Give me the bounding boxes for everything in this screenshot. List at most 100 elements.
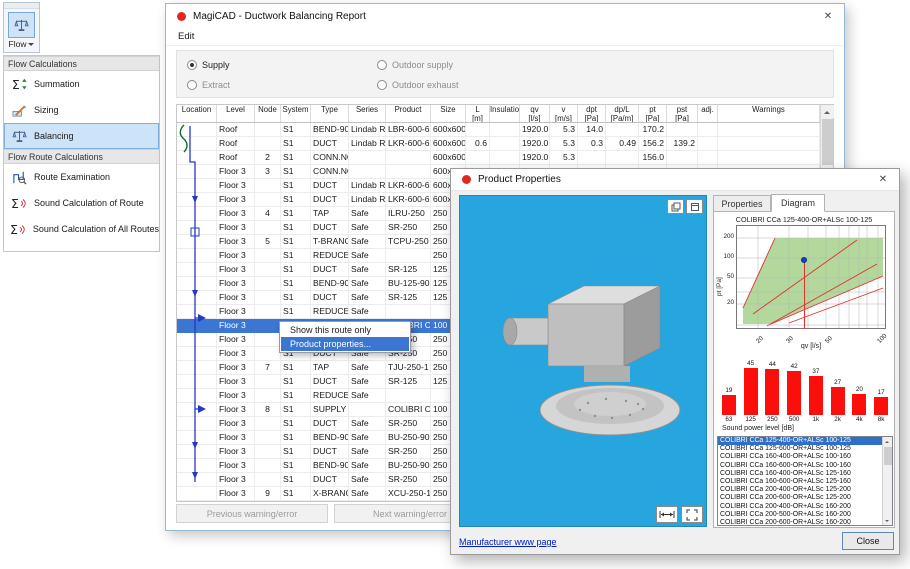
context-menu-item-product-properties[interactable]: Product properties... xyxy=(281,337,409,351)
table-row[interactable]: RoofS1BEND-90Lindab ReLBR-600-6600x60019… xyxy=(177,123,820,137)
product-list-item[interactable]: COLIBRI CCa 160-400-OR+ALSc 125-160 xyxy=(718,470,892,478)
table-cell xyxy=(255,319,281,333)
product-list[interactable]: COLIBRI CCa 125-400-OR+ALSc 100-125COLIB… xyxy=(717,436,893,526)
context-menu-item-show-this-route-only[interactable]: Show this route only xyxy=(281,323,409,337)
table-cell: Floor 3 xyxy=(217,403,255,417)
table-cell: Floor 3 xyxy=(217,459,255,473)
column-header-dpt[interactable]: dpt [Pa] xyxy=(578,105,606,122)
flow-tool-label[interactable]: Flow xyxy=(4,39,39,49)
table-cell: LKR-600-6 xyxy=(386,193,431,207)
product-list-item[interactable]: COLIBRI CCa 125-600-OR+ALSc 100-125 xyxy=(718,445,892,453)
table-cell xyxy=(177,221,217,235)
sidebar-item-sound-calculation-of-all-routes[interactable]: ΣSound Calculation of All Routes xyxy=(4,216,159,242)
table-cell: Safe xyxy=(349,235,386,249)
fan-curve-chart xyxy=(736,225,886,329)
table-cell: Lindab Re xyxy=(349,137,386,151)
radio-supply[interactable]: Supply xyxy=(187,58,230,72)
dialog-titlebar[interactable]: Product Properties ✕ xyxy=(451,169,899,191)
column-header-product[interactable]: Product xyxy=(386,105,431,122)
column-header-location[interactable]: Location xyxy=(177,105,217,122)
table-row[interactable]: RoofS1DUCTLindab ReLKR-600-6600x6000.619… xyxy=(177,137,820,151)
diagram-tab-page: COLIBRI CCa 125-400-OR+ALSc 100-125 pt [… xyxy=(713,211,895,528)
product-list-item[interactable]: COLIBRI CCa 200-600-OR+ALSc 160-200 xyxy=(718,519,892,526)
column-header-series[interactable]: Series xyxy=(349,105,386,122)
palette-titlebar[interactable] xyxy=(4,3,39,9)
table-cell: DUCT xyxy=(311,417,349,431)
summation-icon: Σ xyxy=(10,77,28,92)
column-header-l[interactable]: L [m] xyxy=(466,105,490,122)
measure-button[interactable] xyxy=(656,506,678,523)
table-cell: S1 xyxy=(281,389,311,403)
table-cell xyxy=(177,151,217,165)
manufacturer-link[interactable]: Manufacturer www page xyxy=(459,537,557,547)
radio-extract[interactable]: Extract xyxy=(187,78,230,92)
scroll-up-icon[interactable] xyxy=(883,437,893,446)
table-cell xyxy=(386,151,431,165)
column-header-warnings[interactable]: Warnings xyxy=(718,105,820,122)
table-cell: T-BRANC xyxy=(311,235,349,249)
report-titlebar[interactable]: MagiCAD - Ductwork Balancing Report ✕ xyxy=(166,4,844,28)
table-row[interactable]: Roof2S1CONN.NO600x6001920.05.3156.0 xyxy=(177,151,820,165)
table-cell xyxy=(255,123,281,137)
table-cell: 156.0 xyxy=(639,151,667,165)
section-header-flow-calculations[interactable]: Flow Calculations xyxy=(4,56,159,71)
close-icon[interactable]: ✕ xyxy=(867,169,899,190)
table-cell: Floor 3 xyxy=(217,347,255,361)
sidebar-item-route-examination[interactable]: Route Examination xyxy=(4,164,159,190)
tab-diagram[interactable]: Diagram xyxy=(771,194,825,212)
column-header-system[interactable]: System xyxy=(281,105,311,122)
column-header-level[interactable]: Level xyxy=(217,105,255,122)
tab-properties[interactable]: Properties xyxy=(713,195,771,212)
product-list-item[interactable]: COLIBRI CCa 200-600-OR+ALSc 125-200 xyxy=(718,494,892,502)
detach-view-button[interactable] xyxy=(686,199,703,214)
column-header-qv[interactable]: qv [l/s] xyxy=(520,105,550,122)
column-header-adj[interactable]: adj. xyxy=(698,105,718,122)
sidebar-item-sound-calculation-of-route[interactable]: ΣSound Calculation of Route xyxy=(4,190,159,216)
column-header-node[interactable]: Node xyxy=(255,105,281,122)
column-header-pt[interactable]: pt [Pa] xyxy=(639,105,667,122)
list-scrollbar[interactable] xyxy=(882,437,892,525)
table-cell xyxy=(177,319,217,333)
product-list-item[interactable]: COLIBRI CCa 160-600-OR+ALSc 100-160 xyxy=(718,462,892,470)
scrollbar-thumb[interactable] xyxy=(884,447,892,465)
copy-image-button[interactable] xyxy=(667,199,684,214)
previous-warning-button[interactable]: Previous warning/error xyxy=(176,504,328,523)
menu-edit[interactable]: Edit xyxy=(172,31,200,42)
table-cell xyxy=(177,487,217,501)
product-list-item[interactable]: COLIBRI CCa 160-600-OR+ALSc 125-160 xyxy=(718,478,892,486)
column-header-v[interactable]: v [m/s] xyxy=(550,105,578,122)
product-list-item[interactable]: COLIBRI CCa 200-400-OR+ALSc 160-200 xyxy=(718,503,892,511)
sound-bar xyxy=(831,387,845,415)
scrollbar-thumb[interactable] xyxy=(822,119,833,165)
column-header-pst[interactable]: pst [Pa] xyxy=(667,105,698,122)
sidebar-item-balancing[interactable]: Balancing xyxy=(4,123,159,149)
table-cell: S1 xyxy=(281,277,311,291)
radio-outdoor-exhaust[interactable]: Outdoor exhaust xyxy=(377,78,459,92)
table-cell: S1 xyxy=(281,473,311,487)
scroll-down-icon[interactable] xyxy=(883,516,893,525)
sound-bar xyxy=(809,376,823,415)
product-list-item[interactable]: COLIBRI CCa 160-400-OR+ALSc 100-160 xyxy=(718,453,892,461)
table-cell: Safe xyxy=(349,389,386,403)
sidebar-item-summation[interactable]: ΣSummation xyxy=(4,71,159,97)
radio-outdoor-supply[interactable]: Outdoor supply xyxy=(377,58,453,72)
sidebar-item-sizing[interactable]: Sizing xyxy=(4,97,159,123)
column-header-dp-l[interactable]: dp/L [Pa/m] xyxy=(606,105,639,122)
close-icon[interactable]: ✕ xyxy=(812,4,844,28)
product-list-item[interactable]: COLIBRI CCa 200-400-OR+ALSc 125-200 xyxy=(718,486,892,494)
product-preview[interactable] xyxy=(459,195,707,527)
table-cell: COLIBRI C xyxy=(386,403,431,417)
table-cell: LKR-600-6 xyxy=(386,137,431,151)
flow-tool-button[interactable] xyxy=(8,12,35,38)
scroll-up-icon[interactable] xyxy=(821,105,834,118)
section-header-flow-route-calculations[interactable]: Flow Route Calculations xyxy=(4,149,159,164)
product-list-item[interactable]: COLIBRI CCa 200-500-OR+ALSc 160-200 xyxy=(718,511,892,519)
column-header-size[interactable]: Size xyxy=(431,105,466,122)
close-button[interactable]: Close xyxy=(842,532,894,550)
product-list-item[interactable]: COLIBRI CCa 125-400-OR+ALSc 100-125 xyxy=(718,437,892,445)
column-header-insulatio[interactable]: Insulatio xyxy=(490,105,520,122)
table-cell xyxy=(698,137,718,151)
table-cell: 1920.0 xyxy=(520,137,550,151)
zoom-extents-button[interactable] xyxy=(681,506,703,523)
column-header-type[interactable]: Type xyxy=(311,105,349,122)
